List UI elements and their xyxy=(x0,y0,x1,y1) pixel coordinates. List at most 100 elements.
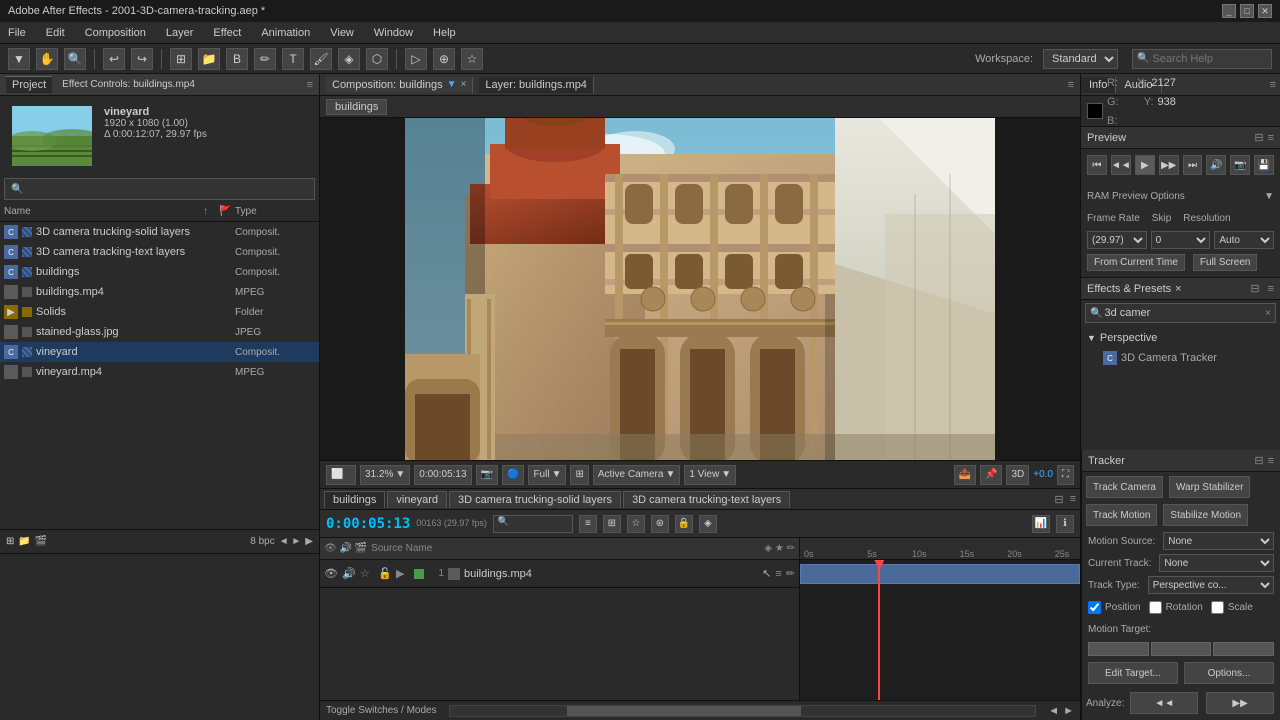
track-type-select[interactable]: Perspective co... xyxy=(1148,576,1274,594)
timeline-track-area[interactable] xyxy=(800,560,1080,700)
tool-select[interactable]: ▼ xyxy=(8,48,30,70)
tab-buildings[interactable]: buildings xyxy=(324,491,385,508)
search-help-box[interactable]: 🔍 xyxy=(1132,49,1272,69)
footer-arrows[interactable]: ◄ ► xyxy=(279,536,302,547)
tool-anchor[interactable]: ⊕ xyxy=(433,48,455,70)
edit-target-btn[interactable]: Edit Target... xyxy=(1088,662,1178,684)
analyze-forward-btn[interactable]: ▶▶ xyxy=(1206,692,1274,714)
tool-clone[interactable]: ◈ xyxy=(338,48,360,70)
footer-more[interactable]: ▶ xyxy=(305,536,313,547)
search-help-input[interactable] xyxy=(1152,53,1267,65)
track-motion-btn[interactable]: Track Motion xyxy=(1086,504,1157,526)
breadcrumb-buildings[interactable]: buildings xyxy=(326,99,387,115)
warp-stabilizer-btn[interactable]: Warp Stabilizer xyxy=(1169,476,1250,498)
menu-animation[interactable]: Animation xyxy=(257,25,314,41)
position-checkbox[interactable] xyxy=(1088,601,1101,614)
effects-close[interactable]: × xyxy=(1175,283,1181,295)
time-display[interactable]: 0:00:05:13 xyxy=(326,516,410,532)
track-bar[interactable] xyxy=(800,564,1080,584)
effects-search-input[interactable] xyxy=(1104,307,1263,319)
layer-expand-icon[interactable]: ▶ xyxy=(396,567,410,580)
list-item[interactable]: C vineyard Composit. xyxy=(0,342,319,362)
options-btn[interactable]: Options... xyxy=(1184,662,1274,684)
timeline-ctrl-graph[interactable]: 📊 xyxy=(1032,515,1050,533)
panel-menu-btn[interactable]: ≡ xyxy=(1266,79,1280,91)
btn-next-frame[interactable]: ▶▶ xyxy=(1159,155,1179,175)
tool-undo[interactable]: ↩ xyxy=(103,48,125,70)
sort-arrow[interactable]: ↑ xyxy=(203,206,219,217)
footage-btn[interactable]: 🎬 xyxy=(35,536,47,547)
btn-first-frame[interactable]: ⏮ xyxy=(1087,155,1107,175)
btn-audio[interactable]: 🔊 xyxy=(1206,155,1226,175)
timeline-ctrl-hide[interactable]: ⊛ xyxy=(651,515,669,533)
viewer-time[interactable]: 0:00:05:13 xyxy=(414,465,471,485)
timeline-ctrl-solo[interactable]: ☆ xyxy=(627,515,645,533)
list-item[interactable]: C 3D camera tracking-text layers Composi… xyxy=(0,242,319,262)
timeline-search[interactable]: 🔍 xyxy=(493,515,573,533)
clear-search-icon[interactable]: × xyxy=(1265,308,1271,319)
list-item[interactable]: C 3D Camera Tracker xyxy=(1083,348,1278,368)
viewer-grid-btn[interactable]: ⊞ xyxy=(570,465,588,485)
tool-pen[interactable]: ✏ xyxy=(254,48,276,70)
viewer-zoom[interactable]: 31.2% ▼ xyxy=(360,465,410,485)
layer-lock-icon[interactable]: 🔓 xyxy=(378,567,392,580)
maximize-button[interactable]: □ xyxy=(1240,4,1254,18)
analyze-backward-btn[interactable]: ◄◄ xyxy=(1130,692,1198,714)
viewer-camera-select[interactable]: Active Camera ▼ xyxy=(593,465,680,485)
scale-checkbox[interactable] xyxy=(1211,601,1224,614)
comp-panel-menu[interactable]: ≡ xyxy=(1068,79,1074,91)
menu-file[interactable]: File xyxy=(4,25,30,41)
list-item[interactable]: C buildings Composit. xyxy=(0,262,319,282)
tracker-menu[interactable]: ≡ xyxy=(1268,455,1274,467)
timeline-collapse-btn[interactable]: ⊟ xyxy=(1054,493,1063,506)
from-current-btn[interactable]: From Current Time xyxy=(1087,254,1185,271)
list-item[interactable]: stained-glass.jpg JPEG xyxy=(0,322,319,342)
effects-group-header[interactable]: ▼ Perspective xyxy=(1083,328,1278,348)
timeline-ctrl-comp[interactable]: ◈ xyxy=(699,515,717,533)
menu-window[interactable]: Window xyxy=(370,25,417,41)
tool-hand[interactable]: ✋ xyxy=(36,48,58,70)
timeline-search-input[interactable] xyxy=(498,527,558,538)
layer-vis-icon[interactable]: 👁 xyxy=(324,567,338,580)
toggle-switches[interactable]: Toggle Switches / Modes xyxy=(326,705,437,716)
menu-help[interactable]: Help xyxy=(429,25,460,41)
tab-effect-controls[interactable]: Effect Controls: buildings.mp4 xyxy=(56,77,201,92)
viewer-render-btn[interactable]: 🔵 xyxy=(502,465,524,485)
playhead[interactable] xyxy=(878,560,880,700)
tab-3d-text[interactable]: 3D camera trucking-text layers xyxy=(623,491,790,508)
layer-tab-buildings[interactable]: Layer: buildings.mp4 xyxy=(479,77,594,93)
comp-viewer[interactable] xyxy=(320,118,1080,460)
timeline-tracks[interactable]: 0s 5s 10s 15s 20s 25s xyxy=(800,538,1080,700)
btn-prev-frame[interactable]: ◄◄ xyxy=(1111,155,1131,175)
tool-import[interactable]: 📁 xyxy=(198,48,220,70)
effects-search[interactable]: 🔍 × xyxy=(1085,303,1276,323)
viewer-snap-btn[interactable]: 📌 xyxy=(980,465,1002,485)
menu-layer[interactable]: Layer xyxy=(162,25,198,41)
menu-effect[interactable]: Effect xyxy=(209,25,245,41)
comp-tab-close[interactable]: × xyxy=(461,79,467,90)
btn-play[interactable]: ▶ xyxy=(1135,155,1155,175)
menu-edit[interactable]: Edit xyxy=(42,25,69,41)
timeline-scrollbar-h[interactable] xyxy=(449,705,1037,717)
list-item[interactable]: C 3D camera trucking-solid layers Compos… xyxy=(0,222,319,242)
table-row[interactable]: 👁 🔊 ☆ 🔓 ▶ 1 buildings.mp4 ↖ ≡ ✏ xyxy=(320,560,799,588)
project-search-input[interactable] xyxy=(27,183,308,195)
current-track-select[interactable]: None xyxy=(1159,554,1274,572)
timeline-menu-btn[interactable]: ≡ xyxy=(1070,493,1076,505)
tool-new-comp[interactable]: ⊞ xyxy=(170,48,192,70)
close-button[interactable]: ✕ xyxy=(1258,4,1272,18)
timeline-zoom-out[interactable]: ◄ xyxy=(1048,705,1059,717)
viewer-3d-btn[interactable]: 3D xyxy=(1006,465,1029,485)
workspace-select[interactable]: Standard xyxy=(1043,49,1118,69)
full-screen-btn[interactable]: Full Screen xyxy=(1193,254,1258,271)
viewer-view-select[interactable]: 1 View ▼ xyxy=(684,465,736,485)
rotation-checkbox[interactable] xyxy=(1149,601,1162,614)
resolution-select[interactable]: Auto xyxy=(1214,231,1274,249)
project-search[interactable]: 🔍 xyxy=(4,178,315,200)
list-item[interactable]: ▶ Solids Folder xyxy=(0,302,319,322)
btn-last-frame[interactable]: ⏭ xyxy=(1183,155,1203,175)
frame-rate-select[interactable]: (29.97) xyxy=(1087,231,1147,249)
btn-save-snapshot[interactable]: 💾 xyxy=(1254,155,1274,175)
viewer-export-btn[interactable]: 📤 xyxy=(954,465,976,485)
layer-mode-icon[interactable]: ≡ xyxy=(775,568,781,580)
